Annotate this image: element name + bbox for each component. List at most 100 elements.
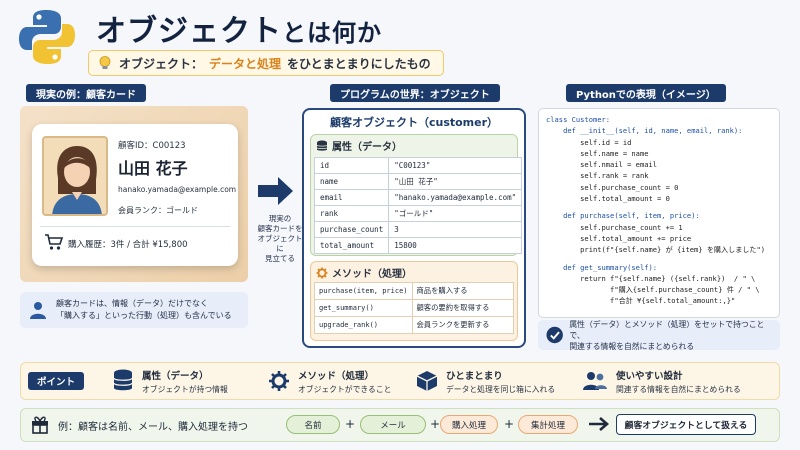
attribute-key: rank [313, 205, 390, 222]
lightbulb-icon [99, 56, 111, 69]
point-title: 使いやすい設計 [616, 370, 683, 382]
point-description: オブジェクトができること [298, 384, 392, 394]
point-usability: 使いやすい設計 関連する情報を自然にまとめられる [582, 366, 741, 396]
right-arrow-icon [589, 417, 609, 431]
attribute-value: "ゴールド" [388, 205, 523, 222]
point-title: 属性（データ） [142, 370, 209, 382]
attributes-heading-label: 属性（データ） [332, 142, 402, 153]
python-code: class Customer: def __init__(self, id, n… [546, 114, 765, 307]
code-line: self.purchase_count += 1 [546, 222, 683, 232]
users-icon [583, 372, 607, 390]
point-description: データと処理を同じ箱に入れる [446, 384, 556, 394]
point-attributes: 属性（データ） オブジェクトが持つ情報 [112, 366, 228, 396]
transform-arrow-icon [258, 177, 293, 205]
table-row: get_summary() 顧客の要約を取得する [314, 299, 515, 317]
method-description: 顧客の要約を取得する [411, 299, 515, 317]
database-icon [113, 369, 133, 391]
shopping-cart-icon [45, 234, 64, 250]
python-logo-icon [19, 10, 75, 64]
table-row: id "C00123" [313, 157, 523, 174]
code-line: print(f"{self.name} が {item} を購入しました") [546, 245, 766, 255]
arrow-caption: 現実の 顧客カードを オブジェクトに 見立てる [256, 214, 304, 264]
points-label: ポイント [28, 372, 84, 390]
table-row: rank "ゴールド" [313, 205, 523, 222]
point-title: ひとまとまり [446, 370, 503, 382]
box-icon [416, 371, 438, 391]
methods-heading-label: メソッド（処理） [332, 269, 412, 280]
attributes-table: id "C00123" name "山田 花子" email "hanako.yama… [313, 157, 523, 254]
table-row: total_amount 15800 [313, 237, 523, 254]
code-line: def purchase(self, item, price): [546, 211, 700, 221]
code-line: def __init__(self, id, name, email, rank… [546, 126, 743, 136]
gear-icon [316, 267, 328, 278]
attribute-value: "hanako.yamada@example.com" [388, 189, 523, 206]
methods-table: purchase(item, price) 商品を購入する get_summary… [314, 282, 515, 334]
woman-portrait-icon [52, 146, 102, 214]
database-icon [316, 140, 328, 151]
person-icon [30, 302, 46, 319]
code-line: self.nmail = email [546, 160, 658, 170]
plus-sign: + [504, 417, 515, 431]
arrow-caption-line-2: 顧客カードを [257, 224, 303, 233]
method-signature: upgrade_rank() [314, 316, 413, 334]
card-customer-name: 山田 花子 [118, 159, 188, 178]
code-line: f"購入{self.purchase_count} 件 / " \ [546, 285, 760, 295]
code-line: self.name = name [546, 148, 649, 158]
table-row: name "山田 花子" [313, 173, 523, 190]
right-note-line-2: 関連する情報を自然にまとめられる [569, 341, 695, 351]
table-row: purchase_count 3 [313, 221, 523, 238]
attribute-key: total_amount [313, 237, 390, 254]
definition-highlight: データと処理 [209, 56, 282, 71]
method-description: 会員ランクを更新する [411, 316, 515, 334]
code-line: class Customer: [546, 115, 611, 124]
attribute-key: name [313, 173, 390, 190]
method-signature: purchase(item, price) [314, 282, 413, 300]
pill-purchase: 購入処理 [440, 415, 498, 434]
table-row: purchase(item, price) 商品を購入する [314, 282, 515, 300]
definition-prefix: オブジェクト： [119, 56, 204, 71]
code-line: f"合計 ¥{self.total_amount:,}" [546, 296, 736, 306]
attribute-value: "C00123" [388, 157, 523, 174]
plus-sign: + [430, 417, 441, 431]
example-result: 顧客オブジェクトとして扱える [616, 414, 756, 435]
attribute-value: 15800 [388, 237, 523, 254]
plus-sign: + [345, 417, 356, 431]
definition-box: オブジェクト： データと処理 をひとまとまりにしたもの [88, 50, 444, 76]
card-member-rank: 会員ランク：ゴールド [118, 206, 198, 215]
left-note-line-1: 顧客カードは、情報（データ）だけでなく [56, 299, 208, 308]
page-title: オブジェクトとは何か [96, 14, 382, 49]
arrow-caption-line-3: オブジェクトに [257, 234, 303, 253]
code-line: self.id = id [546, 137, 632, 147]
section-label-program-world: プログラムの世界：オブジェクト [330, 84, 500, 102]
arrow-caption-line-1: 現実の [268, 214, 292, 223]
check-circle-icon [546, 326, 563, 344]
section-label-python: Pythonでの表現（イメージ） [566, 84, 726, 102]
attribute-key: email [313, 189, 390, 206]
point-methods: メソッド（処理） オブジェクトができること [268, 366, 391, 396]
customer-photo [42, 136, 108, 216]
example-text: 例：顧客は名前、メール、購入処理を持つ [58, 422, 248, 433]
method-signature: get_summary() [314, 299, 413, 317]
code-line: return f"{self.name} ({self.rank}) / " \ [546, 273, 756, 283]
card-divider [40, 226, 230, 227]
object-title: 顧客オブジェクト（customer） [329, 116, 499, 129]
attribute-value: "山田 花子" [388, 173, 523, 190]
left-note-line-2: 「購入する」といった行動（処理）も含んでいる [56, 311, 232, 320]
right-explanation: 属性（データ）とメソッド（処理）をセットで持つことで、 関連する情報を自然にまと… [538, 320, 780, 351]
table-row: email "hanako.yamada@example.com" [313, 189, 523, 206]
attribute-key: id [313, 157, 390, 174]
code-line: self.total_amount = 0 [546, 194, 670, 204]
card-customer-email: hanako.yamada@example.com [118, 185, 237, 194]
code-line: self.rank = rank [546, 171, 649, 181]
code-line: self.purchase_count = 0 [546, 182, 679, 192]
pill-name: 名前 [286, 415, 340, 434]
method-description: 商品を購入する [411, 282, 515, 300]
code-line: self.total_amount += price [546, 233, 692, 243]
point-title: メソッド（処理） [298, 370, 375, 382]
arrow-caption-line-4: 見立てる [265, 254, 295, 263]
gear-icon [269, 371, 289, 391]
code-line: def get_summary(self): [546, 262, 658, 272]
card-purchase-history: 購入履歴：3件 / 合計 ¥15,800 [68, 240, 188, 250]
definition-suffix: をひとまとまりにしたもの [287, 56, 431, 71]
table-row: upgrade_rank() 会員ランクを更新する [314, 316, 515, 334]
